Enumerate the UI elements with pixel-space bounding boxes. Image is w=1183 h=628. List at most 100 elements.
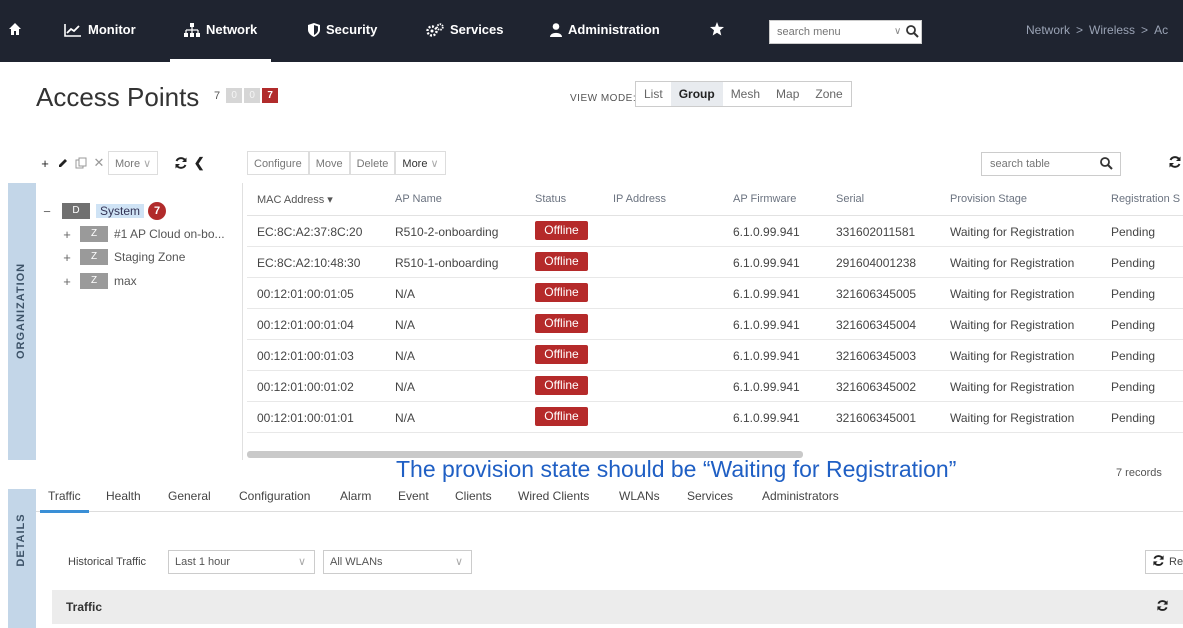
breadcrumb-wireless[interactable]: Wireless (1089, 23, 1135, 37)
chevron-down-icon: ∨ (454, 556, 463, 568)
cell-provision-stage: Waiting for Registration (950, 287, 1075, 301)
search-icon[interactable] (906, 25, 919, 43)
refresh-icon[interactable] (172, 151, 190, 175)
table-more-button[interactable]: More ∨ (395, 151, 446, 175)
tree-node-zone[interactable]: + Z Staging Zone (60, 249, 185, 265)
cell-serial: 321606345005 (836, 287, 917, 301)
tree-node-label[interactable]: #1 AP Cloud on-bo... (114, 227, 225, 241)
cell-provision-stage: Waiting for Registration (950, 225, 1075, 239)
cell-mac: 00:12:01:00:01:02 (257, 380, 354, 394)
cell-firmware: 6.1.0.99.941 (733, 380, 800, 394)
tab-general[interactable]: General (168, 489, 211, 503)
nav-monitor[interactable]: Monitor (64, 22, 136, 37)
table-search-input[interactable] (982, 153, 1092, 175)
tab-wired-clients[interactable]: Wired Clients (518, 489, 589, 503)
tree-more-label: More (115, 158, 141, 170)
tree-node-label[interactable]: Staging Zone (114, 250, 185, 264)
menu-search: ∨ (769, 20, 922, 44)
cell-serial: 321606345004 (836, 318, 917, 332)
table-row[interactable]: 00:12:01:00:01:05 N/A Offline 6.1.0.99.9… (247, 278, 1183, 309)
annotation-text: The provision state should be “Waiting f… (396, 456, 957, 482)
chevron-down-icon[interactable]: ∨ (894, 26, 901, 37)
tab-services[interactable]: Services (687, 489, 733, 503)
cell-provision-stage: Waiting for Registration (950, 318, 1075, 332)
cell-mac: EC:8C:A2:10:48:30 (257, 256, 361, 270)
refresh-button[interactable]: Re (1145, 550, 1183, 574)
cell-mac: 00:12:01:00:01:01 (257, 411, 354, 425)
add-icon[interactable]: + (36, 151, 54, 175)
view-mode-list[interactable]: List (636, 82, 671, 106)
column-mac-address[interactable]: MAC Address ▾ (257, 193, 333, 206)
table-row[interactable]: 00:12:01:00:01:03 N/A Offline 6.1.0.99.9… (247, 340, 1183, 371)
tree-node-zone[interactable]: + Z max (60, 273, 137, 289)
tab-alarm[interactable]: Alarm (340, 489, 371, 503)
breadcrumb-network[interactable]: Network (1026, 23, 1070, 37)
tab-administrators[interactable]: Administrators (762, 489, 839, 503)
clone-icon[interactable] (72, 151, 90, 175)
status-badge-flagged: 0 (244, 88, 261, 103)
column-ap-name[interactable]: AP Name (395, 193, 442, 205)
view-mode-zone[interactable]: Zone (807, 82, 850, 106)
tab-clients[interactable]: Clients (455, 489, 492, 503)
table-row[interactable]: EC:8C:A2:10:48:30 R510-1-onboarding Offl… (247, 247, 1183, 278)
view-mode-group[interactable]: Group (670, 82, 723, 106)
delete-icon[interactable]: ✕ (90, 151, 108, 175)
details-panel-tab[interactable]: DETAILS (8, 489, 36, 628)
edit-icon[interactable] (54, 151, 72, 175)
organization-panel-tab[interactable]: ORGANIZATION (8, 183, 36, 460)
nav-services[interactable]: Services (426, 22, 504, 37)
time-range-value: Last 1 hour (175, 556, 231, 568)
wlan-filter-value: All WLANs (330, 556, 383, 568)
view-mode-mesh[interactable]: Mesh (723, 82, 768, 106)
tab-wlans[interactable]: WLANs (619, 489, 660, 503)
expand-node-icon[interactable]: + (60, 250, 74, 265)
status-badge: Offline (535, 314, 588, 333)
time-range-dropdown[interactable]: Last 1 hour ∨ (168, 550, 315, 574)
traffic-section-header: Traffic (52, 590, 1183, 624)
expand-node-icon[interactable]: + (60, 227, 74, 242)
tree-node-system[interactable]: − D System 7 (40, 202, 167, 220)
chart-line-icon (64, 23, 82, 37)
move-button[interactable]: Move (308, 151, 350, 175)
tree-node-zone[interactable]: + Z #1 AP Cloud on-bo... (60, 226, 225, 242)
view-mode-map[interactable]: Map (768, 82, 807, 106)
organization-tree: − D System 7 + Z #1 AP Cloud on-bo... + … (36, 183, 243, 460)
tree-node-label[interactable]: max (114, 274, 137, 288)
collapse-icon[interactable]: ❮ (190, 151, 208, 175)
tree-more-button[interactable]: More ∨ (108, 151, 159, 175)
table-row[interactable]: EC:8C:A2:37:8C:20 R510-2-onboarding Offl… (247, 216, 1183, 247)
table-row[interactable]: 00:12:01:00:01:02 N/A Offline 6.1.0.99.9… (247, 371, 1183, 402)
collapse-node-icon[interactable]: − (40, 204, 54, 219)
column-ap-firmware[interactable]: AP Firmware (733, 193, 796, 205)
table-row[interactable]: 00:12:01:00:01:01 N/A Offline 6.1.0.99.9… (247, 402, 1183, 433)
status-badge-online: 0 (226, 88, 243, 103)
tree-node-label[interactable]: System (96, 204, 145, 218)
tab-traffic[interactable]: Traffic (40, 489, 89, 513)
table-refresh-icon[interactable] (1168, 155, 1182, 174)
nav-administration[interactable]: Administration (550, 22, 660, 37)
tab-health[interactable]: Health (106, 489, 141, 503)
home-icon[interactable] (8, 22, 22, 36)
menu-search-input[interactable] (770, 21, 890, 43)
column-ip-address[interactable]: IP Address (613, 193, 666, 205)
star-icon[interactable] (710, 22, 724, 41)
nav-network[interactable]: Network (169, 22, 272, 63)
nav-security[interactable]: Security (308, 22, 377, 37)
tab-event[interactable]: Event (398, 489, 429, 503)
search-icon[interactable] (1100, 157, 1113, 175)
column-status[interactable]: Status (535, 193, 566, 205)
zone-chip: Z (80, 249, 108, 265)
delete-button[interactable]: Delete (349, 151, 396, 175)
expand-node-icon[interactable]: + (60, 274, 74, 289)
tab-configuration[interactable]: Configuration (239, 489, 310, 503)
wlan-filter-dropdown[interactable]: All WLANs ∨ (323, 550, 472, 574)
table-row[interactable]: 00:12:01:00:01:04 N/A Offline 6.1.0.99.9… (247, 309, 1183, 340)
column-serial[interactable]: Serial (836, 193, 864, 205)
tree-toolbar: + ✕ More ∨ ❮ (36, 150, 208, 176)
table-toolbar: Configure Move Delete More ∨ (247, 150, 448, 176)
column-registration-state[interactable]: Registration S (1111, 193, 1180, 205)
cell-firmware: 6.1.0.99.941 (733, 256, 800, 270)
column-provision-stage[interactable]: Provision Stage (950, 193, 1027, 205)
configure-button[interactable]: Configure (247, 151, 309, 175)
refresh-icon[interactable] (1156, 599, 1169, 615)
